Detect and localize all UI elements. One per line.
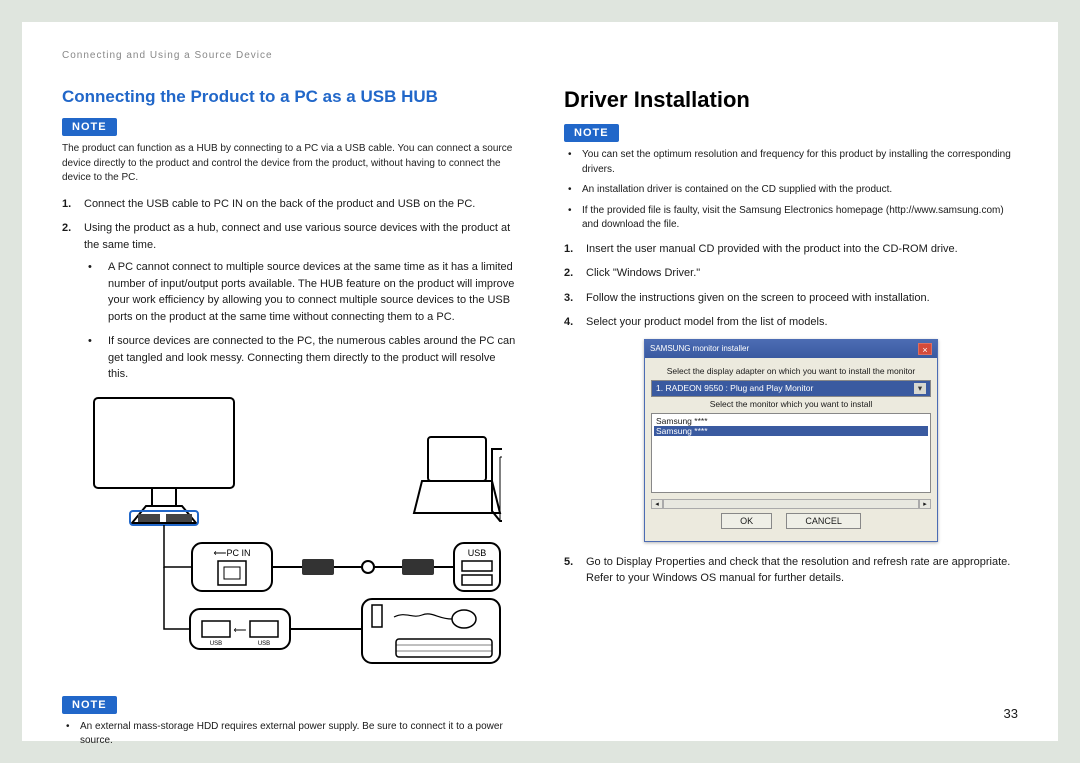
driver-step-5: 5.Go to Display Properties and check tha… [578,554,1018,587]
note-resolution: You can set the optimum resolution and f… [578,148,1018,177]
driver-step-1: 1.Insert the user manual CD provided wit… [578,241,1018,258]
note-cd-driver: An installation driver is contained on t… [578,183,1018,198]
content-columns: Connecting the Product to a PC as a USB … [62,87,1018,757]
manual-page: Connecting and Using a Source Device Con… [22,22,1058,741]
note-hdd-power: An external mass-storage HDD requires ex… [76,720,516,749]
driver-step-3: 3.Follow the instructions given on the s… [578,290,1018,307]
adapter-select[interactable]: 1. RADEON 9550 : Plug and Play Monitor ▾ [651,380,931,397]
step-2: 2.Using the product as a hub, connect an… [76,220,516,383]
dialog-body: Select the display adapter on which you … [645,358,937,541]
connection-diagram: ⟵PC IN USB [62,393,502,683]
driver-note-list: You can set the optimum resolution and f… [564,148,1018,233]
scroll-track[interactable] [663,499,919,509]
dialog-adapter-label: Select the display adapter on which you … [651,366,931,376]
dialog-buttons: OK CANCEL [651,509,931,535]
note-badge-3: NOTE [564,124,619,142]
driver-steps-cont: 5.Go to Display Properties and check tha… [564,554,1018,587]
step-notes: A PC cannot connect to multiple source d… [84,259,516,383]
breadcrumb: Connecting and Using a Source Device [62,50,1018,61]
dialog-monitor-label: Select the monitor which you want to ins… [651,399,931,409]
bullet-multi-source: A PC cannot connect to multiple source d… [100,259,516,325]
note-download: If the provided file is faulty, visit th… [578,204,1018,233]
note2-list: An external mass-storage HDD requires ex… [62,720,516,749]
bullet-cables-messy: If source devices are connected to the P… [100,333,516,383]
close-icon[interactable]: × [918,343,932,355]
usb-hub-steps: 1.Connect the USB cable to PC IN on the … [62,196,516,383]
step-1: 1.Connect the USB cable to PC IN on the … [76,196,516,213]
chevron-down-icon: ▾ [914,383,926,394]
driver-step-2: 2.Click "Windows Driver." [578,265,1018,282]
scroll-right-icon[interactable]: ▸ [919,499,931,509]
monitor-list[interactable]: Samsung **** Samsung **** [651,413,931,493]
pc-in-label: ⟵PC IN [214,548,251,558]
scroll-left-icon[interactable]: ◂ [651,499,663,509]
page-number: 33 [1004,706,1018,721]
dialog-titlebar: SAMSUNG monitor installer × [645,340,937,358]
left-column: Connecting the Product to a PC as a USB … [62,87,516,757]
horizontal-scrollbar[interactable]: ◂ ▸ [651,499,931,509]
cancel-button[interactable]: CANCEL [786,513,861,529]
svg-text:⟵: ⟵ [234,625,247,635]
note-badge: NOTE [62,118,117,136]
driver-install-heading: Driver Installation [564,87,1018,113]
diagram-svg: ⟵PC IN USB [62,393,502,683]
dialog-title-text: SAMSUNG monitor installer [650,344,749,353]
usb-hub-heading: Connecting the Product to a PC as a USB … [62,87,516,107]
list-item[interactable]: Samsung **** [654,416,928,426]
driver-steps: 1.Insert the user manual CD provided wit… [564,241,1018,331]
driver-step-4: 4.Select your product model from the lis… [578,314,1018,331]
list-item[interactable]: Samsung **** [654,426,928,436]
ok-button[interactable]: OK [721,513,772,529]
right-column: Driver Installation NOTE You can set the… [564,87,1018,757]
note-badge-2: NOTE [62,696,117,714]
installer-dialog: SAMSUNG monitor installer × Select the d… [644,339,938,542]
usb-label: USB [468,548,487,558]
note-intro-text: The product can function as a HUB by con… [62,142,516,186]
svg-text:USB: USB [258,641,270,647]
svg-text:USB: USB [210,641,222,647]
